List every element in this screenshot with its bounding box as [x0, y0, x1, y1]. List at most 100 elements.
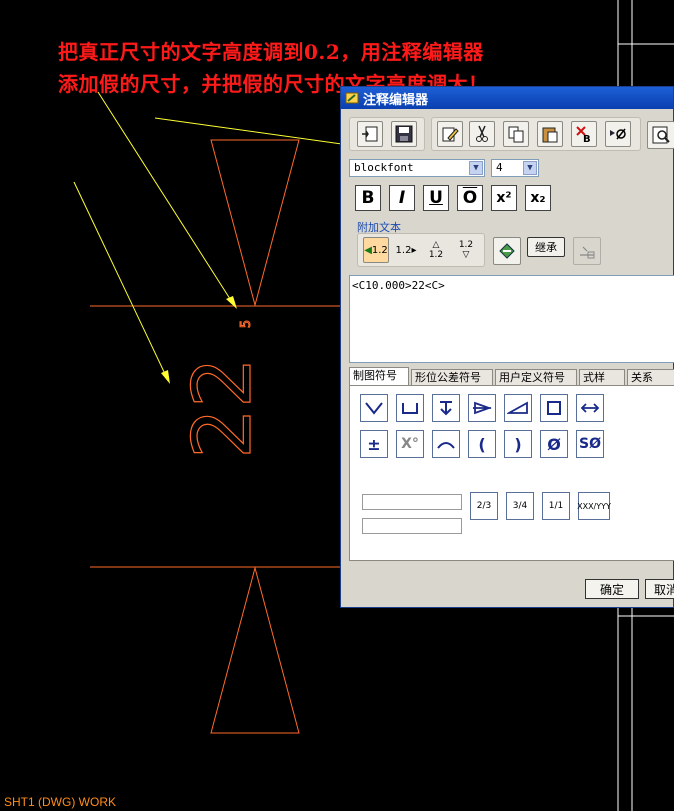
inherit-button[interactable]: 继承	[527, 237, 565, 257]
between-symbol[interactable]	[576, 394, 604, 422]
overline-label: O	[462, 188, 478, 208]
ok-button[interactable]: 确定	[585, 579, 639, 599]
cut-button[interactable]	[469, 121, 495, 147]
arc-symbol[interactable]	[432, 430, 460, 458]
arc-icon	[437, 442, 455, 449]
tab-gdt-symbols[interactable]: 形位公差符号	[411, 369, 493, 385]
edit-button[interactable]	[437, 121, 463, 147]
paste-button[interactable]	[537, 121, 563, 147]
italic-label: I	[398, 188, 406, 208]
conical-taper-icon	[473, 401, 492, 415]
arrow-down-icon: ▽	[462, 250, 470, 260]
text-placement-icon	[580, 246, 595, 259]
fraction-xy-label: XXX/YYY	[577, 501, 611, 511]
symbol-panel: ± X° ( ) Ø SØ 2/3 3/4 1/1 XXX/YYY	[349, 385, 674, 561]
pencil-icon	[442, 127, 459, 142]
copy-icon	[508, 126, 524, 143]
fraction-xy-button[interactable]: XXX/YYY	[577, 492, 611, 520]
conical-taper-symbol[interactable]	[468, 394, 496, 422]
superscript-label: x²	[496, 190, 512, 206]
underline-button[interactable]: U	[423, 185, 449, 211]
square-icon	[547, 401, 561, 415]
fraction-tolerance-button[interactable]: 1/1	[542, 492, 570, 520]
arrow-left-icon: ◀	[364, 244, 372, 256]
clear-format-icon: B	[576, 126, 591, 144]
annotation-text-input[interactable]: <C10.000>22<C>	[349, 275, 674, 363]
append-above-button[interactable]: △ 1.2	[423, 237, 449, 263]
cancel-button[interactable]: 取消	[645, 579, 674, 599]
append-below-button[interactable]: 1.2 ▽	[453, 237, 479, 263]
save-button[interactable]	[391, 121, 417, 147]
magnifier-icon	[652, 126, 670, 144]
square-symbol[interactable]	[540, 394, 568, 422]
subscript-button[interactable]: x₂	[525, 185, 551, 211]
dimension-arrow-bottom	[210, 566, 300, 734]
diameter-button[interactable]	[605, 121, 631, 147]
fraction-diagonal-label: 3/4	[512, 501, 528, 511]
dialog-titlebar[interactable]: 注释编辑器	[341, 87, 673, 109]
diameter-symbol[interactable]: Ø	[540, 430, 568, 458]
slope-symbol[interactable]	[504, 394, 532, 422]
swap-icon	[499, 243, 515, 259]
instruction-line-1: 把真正尺寸的文字高度调到0.2，用注释编辑器	[58, 40, 484, 64]
degree-icon: X°	[401, 436, 419, 452]
swap-button[interactable]	[493, 237, 521, 265]
scissors-icon	[476, 125, 488, 142]
open-paren-icon: (	[478, 434, 486, 454]
append-below-label: 1.2	[458, 240, 474, 250]
depth-symbol[interactable]	[432, 394, 460, 422]
import-icon	[362, 126, 378, 142]
cancel-label: 取消	[654, 582, 674, 597]
fraction-tolerance-label: 1/1	[548, 501, 564, 511]
size-select[interactable]: 4 ▼	[491, 159, 539, 177]
import-button[interactable]	[357, 121, 383, 147]
app-icon	[345, 92, 359, 104]
slope-icon	[507, 401, 528, 414]
countersink-symbol[interactable]	[360, 394, 388, 422]
special-text-button[interactable]	[573, 237, 601, 265]
plus-minus-symbol[interactable]: ±	[360, 430, 388, 458]
counterbore-symbol[interactable]	[396, 394, 424, 422]
paste-icon	[542, 127, 558, 143]
close-paren-symbol[interactable]: )	[504, 430, 532, 458]
underline-label: U	[429, 188, 443, 208]
depth-icon	[440, 401, 452, 416]
font-select-value: blockfont	[354, 161, 414, 174]
counterbore-icon	[402, 403, 418, 414]
bold-button[interactable]: B	[355, 185, 381, 211]
fraction-stacked-button[interactable]: 2/3	[470, 492, 498, 520]
append-left-button[interactable]: ◀ 1.2	[363, 237, 389, 263]
tab-relations[interactable]: 关系	[627, 369, 674, 385]
open-paren-symbol[interactable]: (	[468, 430, 496, 458]
delete-format-button[interactable]: B	[571, 121, 597, 147]
close-paren-icon: )	[514, 434, 522, 454]
spherical-diameter-symbol[interactable]: SØ	[576, 430, 604, 458]
fraction-numerator-field[interactable]	[362, 494, 462, 510]
arrow-right-icon: ▸	[411, 244, 417, 256]
copy-button[interactable]	[503, 121, 529, 147]
fraction-denominator-field[interactable]	[362, 518, 462, 534]
small-dimension-text: 5	[239, 320, 254, 328]
append-right-button[interactable]: 1.2 ▸	[393, 237, 419, 263]
inherit-label: 继承	[535, 241, 557, 254]
append-right-label: 1.2	[395, 244, 412, 256]
chevron-down-icon: ▼	[469, 161, 483, 175]
overline-button[interactable]: O	[457, 185, 483, 211]
fraction-diagonal-button[interactable]: 3/4	[506, 492, 534, 520]
subscript-label: x₂	[530, 190, 546, 206]
preview-button[interactable]	[647, 121, 674, 149]
double-arrow-icon	[580, 403, 600, 413]
font-select[interactable]: blockfont ▼	[349, 159, 485, 177]
superscript-button[interactable]: x²	[491, 185, 517, 211]
append-above-label: 1.2	[428, 250, 444, 260]
symbol-tabs: 制图符号 形位公差符号 用户定义符号 式样 关系	[349, 367, 674, 385]
spherical-diameter-icon: SØ	[579, 436, 601, 452]
diameter-icon	[610, 128, 626, 140]
italic-button[interactable]: I	[389, 185, 415, 211]
countersink-icon	[365, 402, 383, 415]
save-icon	[395, 125, 413, 143]
tab-drafting-symbols[interactable]: 制图符号	[349, 367, 409, 385]
tab-user-symbols[interactable]: 用户定义符号	[495, 369, 577, 385]
degree-symbol[interactable]: X°	[396, 430, 424, 458]
tab-styles[interactable]: 式样	[579, 369, 625, 385]
